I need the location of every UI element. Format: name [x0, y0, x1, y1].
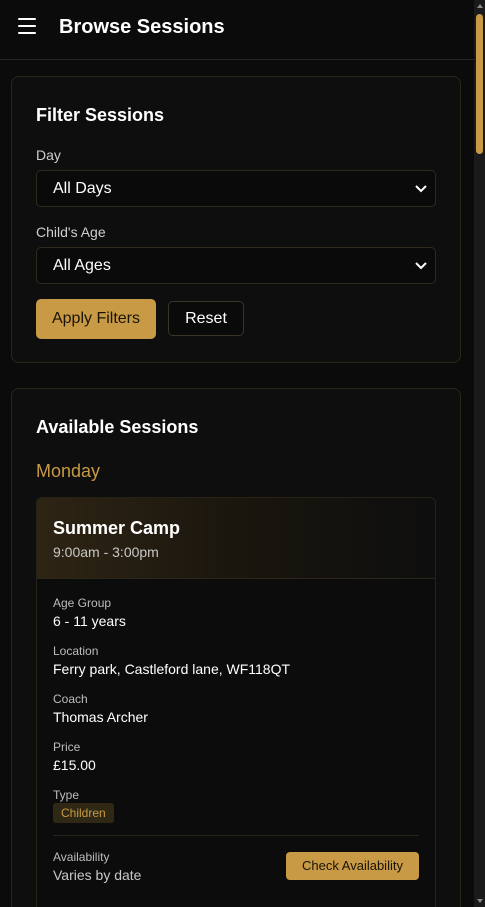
day-select[interactable]: All Days [36, 170, 436, 207]
scrollbar[interactable] [474, 0, 485, 907]
sessions-title: Available Sessions [36, 417, 199, 437]
session-card: Summer Camp 9:00am - 3:00pm Age Group 6 … [36, 497, 436, 907]
day-select-value: All Days [53, 180, 112, 197]
apply-filters-button[interactable]: Apply Filters [36, 299, 156, 339]
availability-label: Availability [53, 850, 110, 864]
location-value: Ferry park, Castleford lane, WF118QT [53, 661, 291, 677]
filter-card: Filter Sessions Day All Days Child's Age… [11, 76, 461, 363]
age-group-value: 6 - 11 years [53, 613, 126, 629]
filter-title: Filter Sessions [36, 105, 165, 125]
top-bar: Browse Sessions [0, 0, 474, 60]
day-label: Day [36, 147, 61, 163]
age-select[interactable]: All Ages [36, 247, 436, 284]
page-title: Browse Sessions [59, 16, 225, 38]
chevron-down-icon [415, 185, 427, 193]
type-label: Type [53, 788, 80, 802]
session-header: Summer Camp 9:00am - 3:00pm [37, 498, 435, 579]
scroll-up-arrow-icon[interactable] [477, 4, 483, 8]
session-title: Summer Camp [53, 518, 181, 538]
session-time: 9:00am - 3:00pm [53, 544, 159, 560]
reset-button[interactable]: Reset [168, 301, 244, 336]
scrollbar-thumb[interactable] [476, 14, 483, 154]
price-value: £15.00 [53, 757, 96, 773]
coach-label: Coach [53, 692, 88, 706]
hamburger-menu-icon[interactable] [18, 18, 36, 34]
coach-value: Thomas Archer [53, 709, 148, 725]
age-group-label: Age Group [53, 596, 112, 610]
location-label: Location [53, 644, 99, 658]
sessions-card: Available Sessions Monday Summer Camp 9:… [11, 388, 461, 907]
availability-value: Varies by date [53, 867, 142, 883]
age-select-value: All Ages [53, 257, 111, 274]
age-label: Child's Age [36, 224, 106, 240]
type-badge: Children [53, 803, 114, 823]
day-heading: Monday [36, 461, 101, 481]
divider [53, 835, 419, 836]
app-root: Browse Sessions Filter Sessions Day All … [0, 0, 485, 907]
chevron-down-icon [415, 262, 427, 270]
price-label: Price [53, 740, 81, 754]
check-availability-button[interactable]: Check Availability [286, 852, 419, 880]
scroll-down-arrow-icon[interactable] [477, 899, 483, 903]
